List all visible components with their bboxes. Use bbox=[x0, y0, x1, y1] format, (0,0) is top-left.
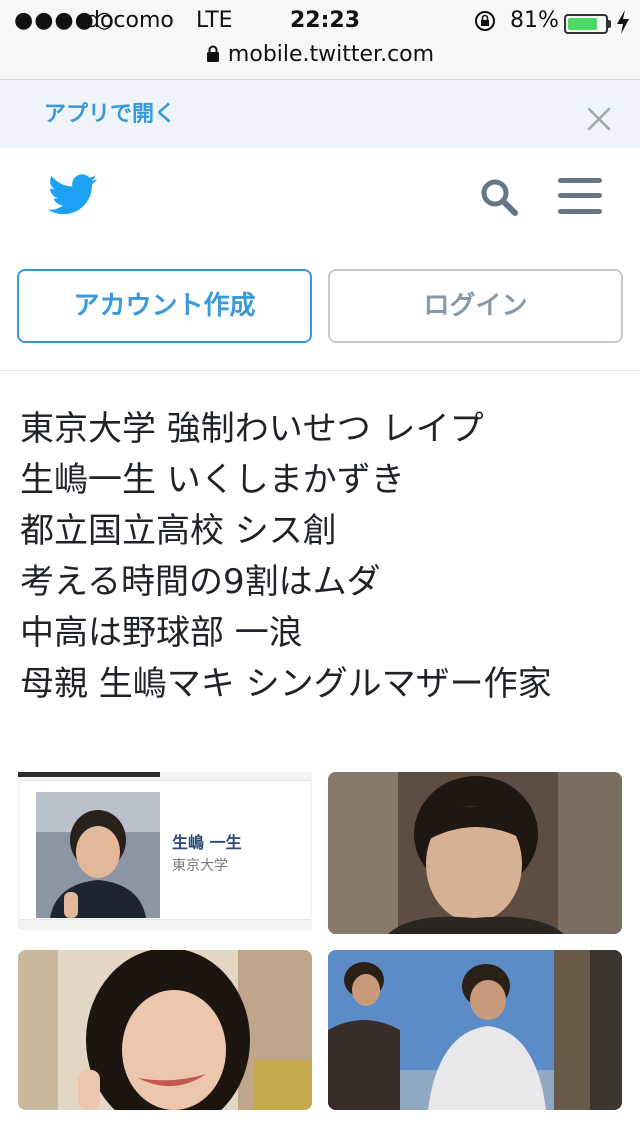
tweet-line: 都立国立高校 シス創 bbox=[20, 511, 337, 551]
profile-photo bbox=[36, 792, 160, 918]
tweet-photo-3[interactable] bbox=[18, 950, 312, 1110]
carrier-name: docomo bbox=[86, 8, 174, 33]
browser-status-bar: ●●●●○ docomo LTE 22:23 81% mobile.twitte… bbox=[0, 0, 640, 80]
clock: 22:23 bbox=[290, 8, 361, 33]
menu-icon[interactable] bbox=[556, 176, 604, 216]
status-row: ●●●●○ docomo LTE 22:23 81% bbox=[0, 6, 640, 36]
create-account-button[interactable]: アカウント作成 bbox=[17, 269, 312, 343]
profile-card-school: 東京大学 bbox=[172, 858, 228, 874]
battery-percent: 81% bbox=[510, 8, 559, 33]
lock-icon bbox=[206, 45, 219, 62]
battery-icon bbox=[564, 14, 608, 34]
tweet-line: 東京大学 強制わいせつ レイプ bbox=[20, 409, 484, 449]
network-type: LTE bbox=[196, 8, 233, 33]
search-icon[interactable] bbox=[478, 176, 520, 218]
tweet-photo-2[interactable] bbox=[328, 772, 622, 934]
tweet-photo-4[interactable] bbox=[328, 950, 622, 1110]
tweet-line: 中高は野球部 一浪 bbox=[20, 613, 303, 653]
battery-tip bbox=[608, 20, 611, 28]
tweet-line: 母親 生嶋マキ シングルマザー作家 bbox=[20, 664, 552, 704]
tweet-line: 生嶋一生 いくしまかずき bbox=[20, 460, 405, 500]
close-icon[interactable] bbox=[586, 106, 612, 132]
battery-level bbox=[568, 18, 597, 30]
open-in-app-banner: アプリで開く bbox=[0, 80, 640, 148]
url-text: mobile.twitter.com bbox=[227, 42, 435, 67]
profile-card-name: 生嶋 一生 bbox=[172, 833, 242, 852]
photo-portrait bbox=[328, 772, 622, 934]
bolt-icon bbox=[617, 10, 629, 34]
open-in-app-link[interactable]: アプリで開く bbox=[44, 98, 176, 132]
screenshot-top-bar bbox=[18, 772, 160, 777]
login-button[interactable]: ログイン bbox=[328, 269, 623, 343]
photo-two-people bbox=[328, 950, 622, 1110]
twitter-bird-icon[interactable] bbox=[48, 174, 98, 216]
photo-woman bbox=[18, 950, 312, 1110]
address-bar[interactable]: mobile.twitter.com bbox=[0, 40, 640, 70]
tweet-text: 東京大学 強制わいせつ レイプ 生嶋一生 いくしまかずき 都立国立高校 シス創 … bbox=[20, 404, 620, 710]
rotation-lock-icon bbox=[475, 11, 495, 31]
tweet-line: 考える時間の9割はムダ bbox=[20, 562, 381, 602]
